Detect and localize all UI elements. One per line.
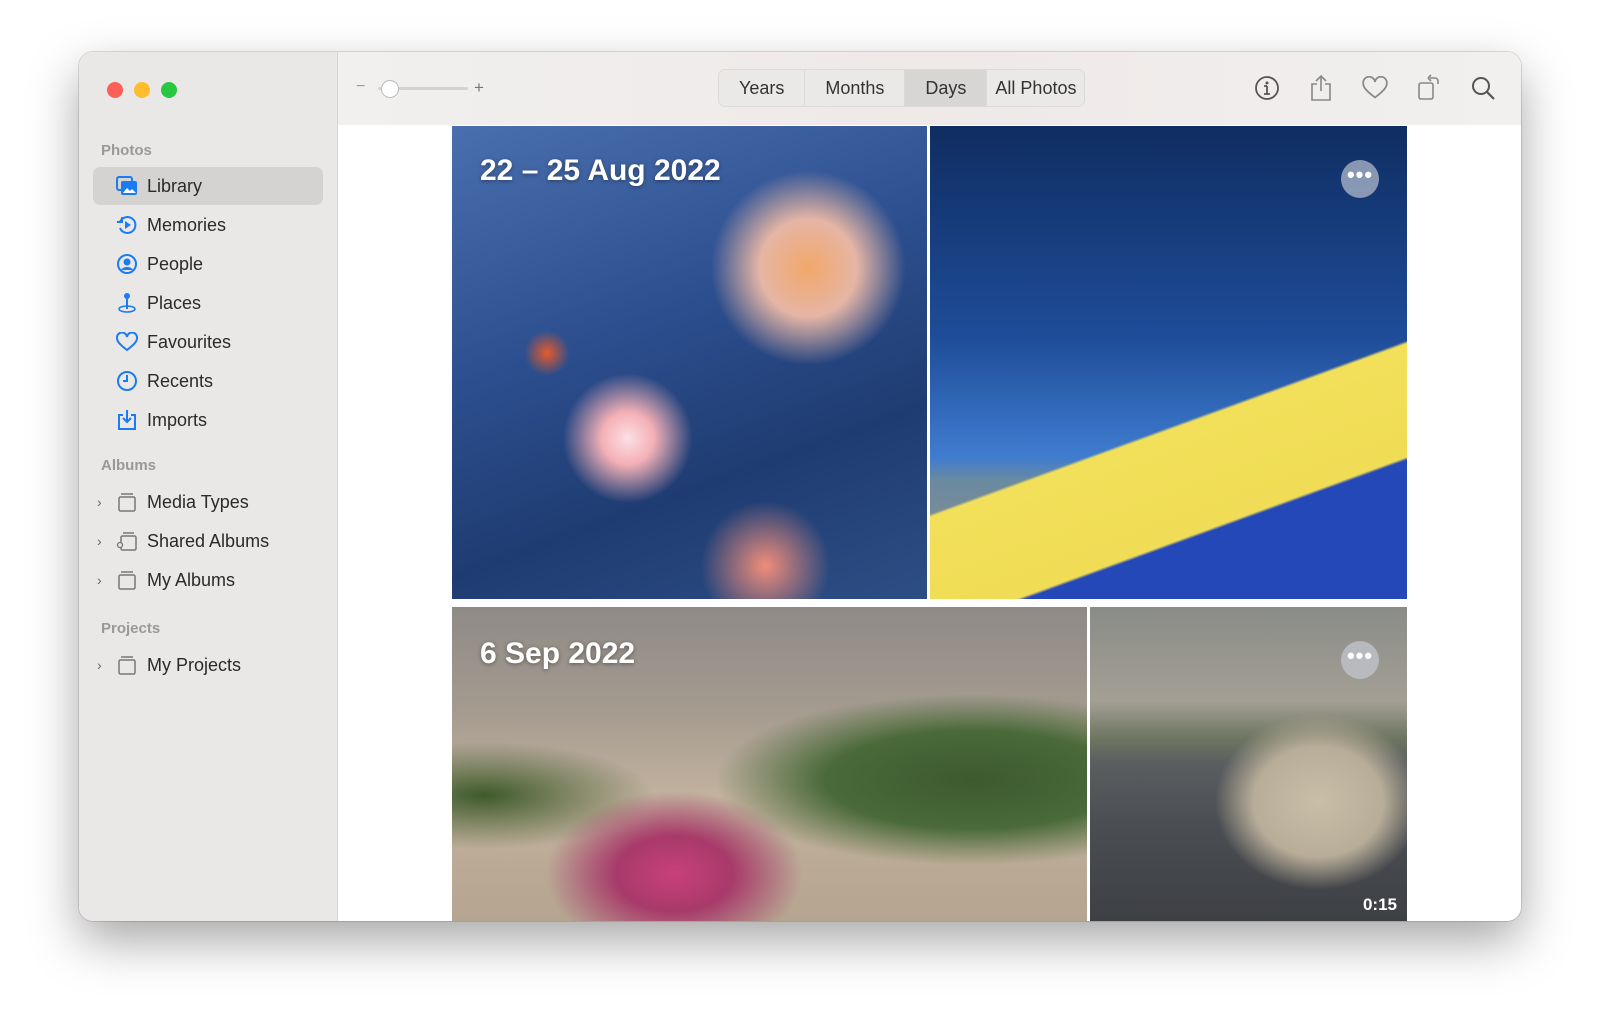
view-segmented-control: Years Months Days All Photos [718, 69, 1086, 107]
sidebar-item-label: Shared Albums [147, 530, 270, 551]
more-options-button[interactable]: ••• [1341, 160, 1379, 198]
sidebar-item-label: Recents [147, 370, 214, 391]
toolbar: − + Years Months Days All Photos [338, 52, 1521, 125]
places-icon [115, 292, 139, 314]
sidebar-item-library[interactable]: Library [93, 167, 323, 205]
chevron-right-icon[interactable]: › [97, 572, 102, 588]
sidebar-item-my-albums[interactable]: › My Albums [93, 561, 323, 599]
section-photos: Photos [101, 142, 152, 159]
sidebar-item-favourites[interactable]: Favourites [93, 323, 323, 361]
sidebar-item-label: Imports [147, 409, 208, 430]
sidebar-item-label: Places [147, 292, 202, 313]
sidebar-item-label: My Projects [147, 654, 242, 675]
tab-years[interactable]: Years [719, 70, 806, 106]
sidebar-item-label: Memories [147, 214, 227, 235]
more-options-button[interactable]: ••• [1341, 641, 1379, 679]
heart-icon[interactable] [1361, 74, 1389, 102]
traffic-lights [107, 82, 177, 98]
close-button[interactable] [107, 82, 123, 98]
photo-plant[interactable]: 6 Sep 2022 [452, 607, 1087, 921]
toolbar-actions [1253, 74, 1497, 102]
zoom-in-button[interactable]: + [474, 78, 484, 98]
sidebar: Photos Library Memories People Places Fa… [79, 52, 338, 921]
memories-icon [115, 214, 139, 236]
tab-all-photos[interactable]: All Photos [987, 70, 1084, 106]
search-icon[interactable] [1469, 74, 1497, 102]
tab-days[interactable]: Days [905, 70, 988, 106]
photos-window: Photos Library Memories People Places Fa… [79, 52, 1521, 921]
rotate-icon[interactable] [1415, 74, 1443, 102]
group-title: 22 – 25 Aug 2022 [480, 154, 721, 187]
slider-thumb[interactable] [381, 80, 400, 98]
sidebar-item-imports[interactable]: Imports [93, 401, 323, 439]
album-stack-icon [115, 570, 139, 590]
sidebar-item-label: People [147, 253, 204, 274]
zoom-button[interactable] [161, 82, 177, 98]
video-duration: 0:15 [1362, 895, 1397, 914]
people-icon [115, 253, 139, 275]
sidebar-item-label: Library [147, 175, 203, 196]
section-projects: Projects [101, 620, 161, 637]
album-stack-icon [115, 492, 139, 512]
album-stack-icon [115, 655, 139, 675]
sidebar-item-people[interactable]: People [93, 245, 323, 283]
chevron-right-icon[interactable]: › [97, 533, 102, 549]
sidebar-item-places[interactable]: Places [93, 284, 323, 322]
clock-icon [115, 370, 139, 392]
sidebar-item-memories[interactable]: Memories [93, 206, 323, 244]
sidebar-item-label: My Albums [147, 569, 236, 590]
sidebar-item-label: Media Types [147, 491, 249, 512]
library-icon [115, 176, 139, 196]
sidebar-item-my-projects[interactable]: › My Projects [93, 646, 323, 684]
chevron-right-icon[interactable]: › [97, 657, 102, 673]
zoom-slider[interactable]: − + [356, 78, 486, 98]
chevron-right-icon[interactable]: › [97, 494, 102, 510]
info-icon[interactable] [1253, 74, 1281, 102]
sidebar-item-recents[interactable]: Recents [93, 362, 323, 400]
share-icon[interactable] [1307, 74, 1335, 102]
sidebar-item-shared-albums[interactable]: › Shared Albums [93, 522, 323, 560]
shared-album-icon [115, 531, 139, 551]
import-icon [115, 409, 139, 431]
tab-months[interactable]: Months [805, 70, 906, 106]
video-street[interactable]: ••• 0:15 [1090, 607, 1407, 921]
zoom-out-button[interactable]: − [356, 78, 365, 96]
photo-flowers[interactable]: 22 – 25 Aug 2022 [452, 126, 927, 599]
heart-icon [115, 332, 139, 352]
group-title: 6 Sep 2022 [480, 637, 636, 670]
section-albums: Albums [101, 457, 157, 474]
minimize-button[interactable] [134, 82, 150, 98]
main-content: − + Years Months Days All Photos 22 – 25… [338, 52, 1521, 921]
sidebar-item-media-types[interactable]: › Media Types [93, 483, 323, 521]
photo-flag-promenade[interactable]: ••• [930, 126, 1407, 599]
sidebar-item-label: Favourites [147, 331, 232, 352]
